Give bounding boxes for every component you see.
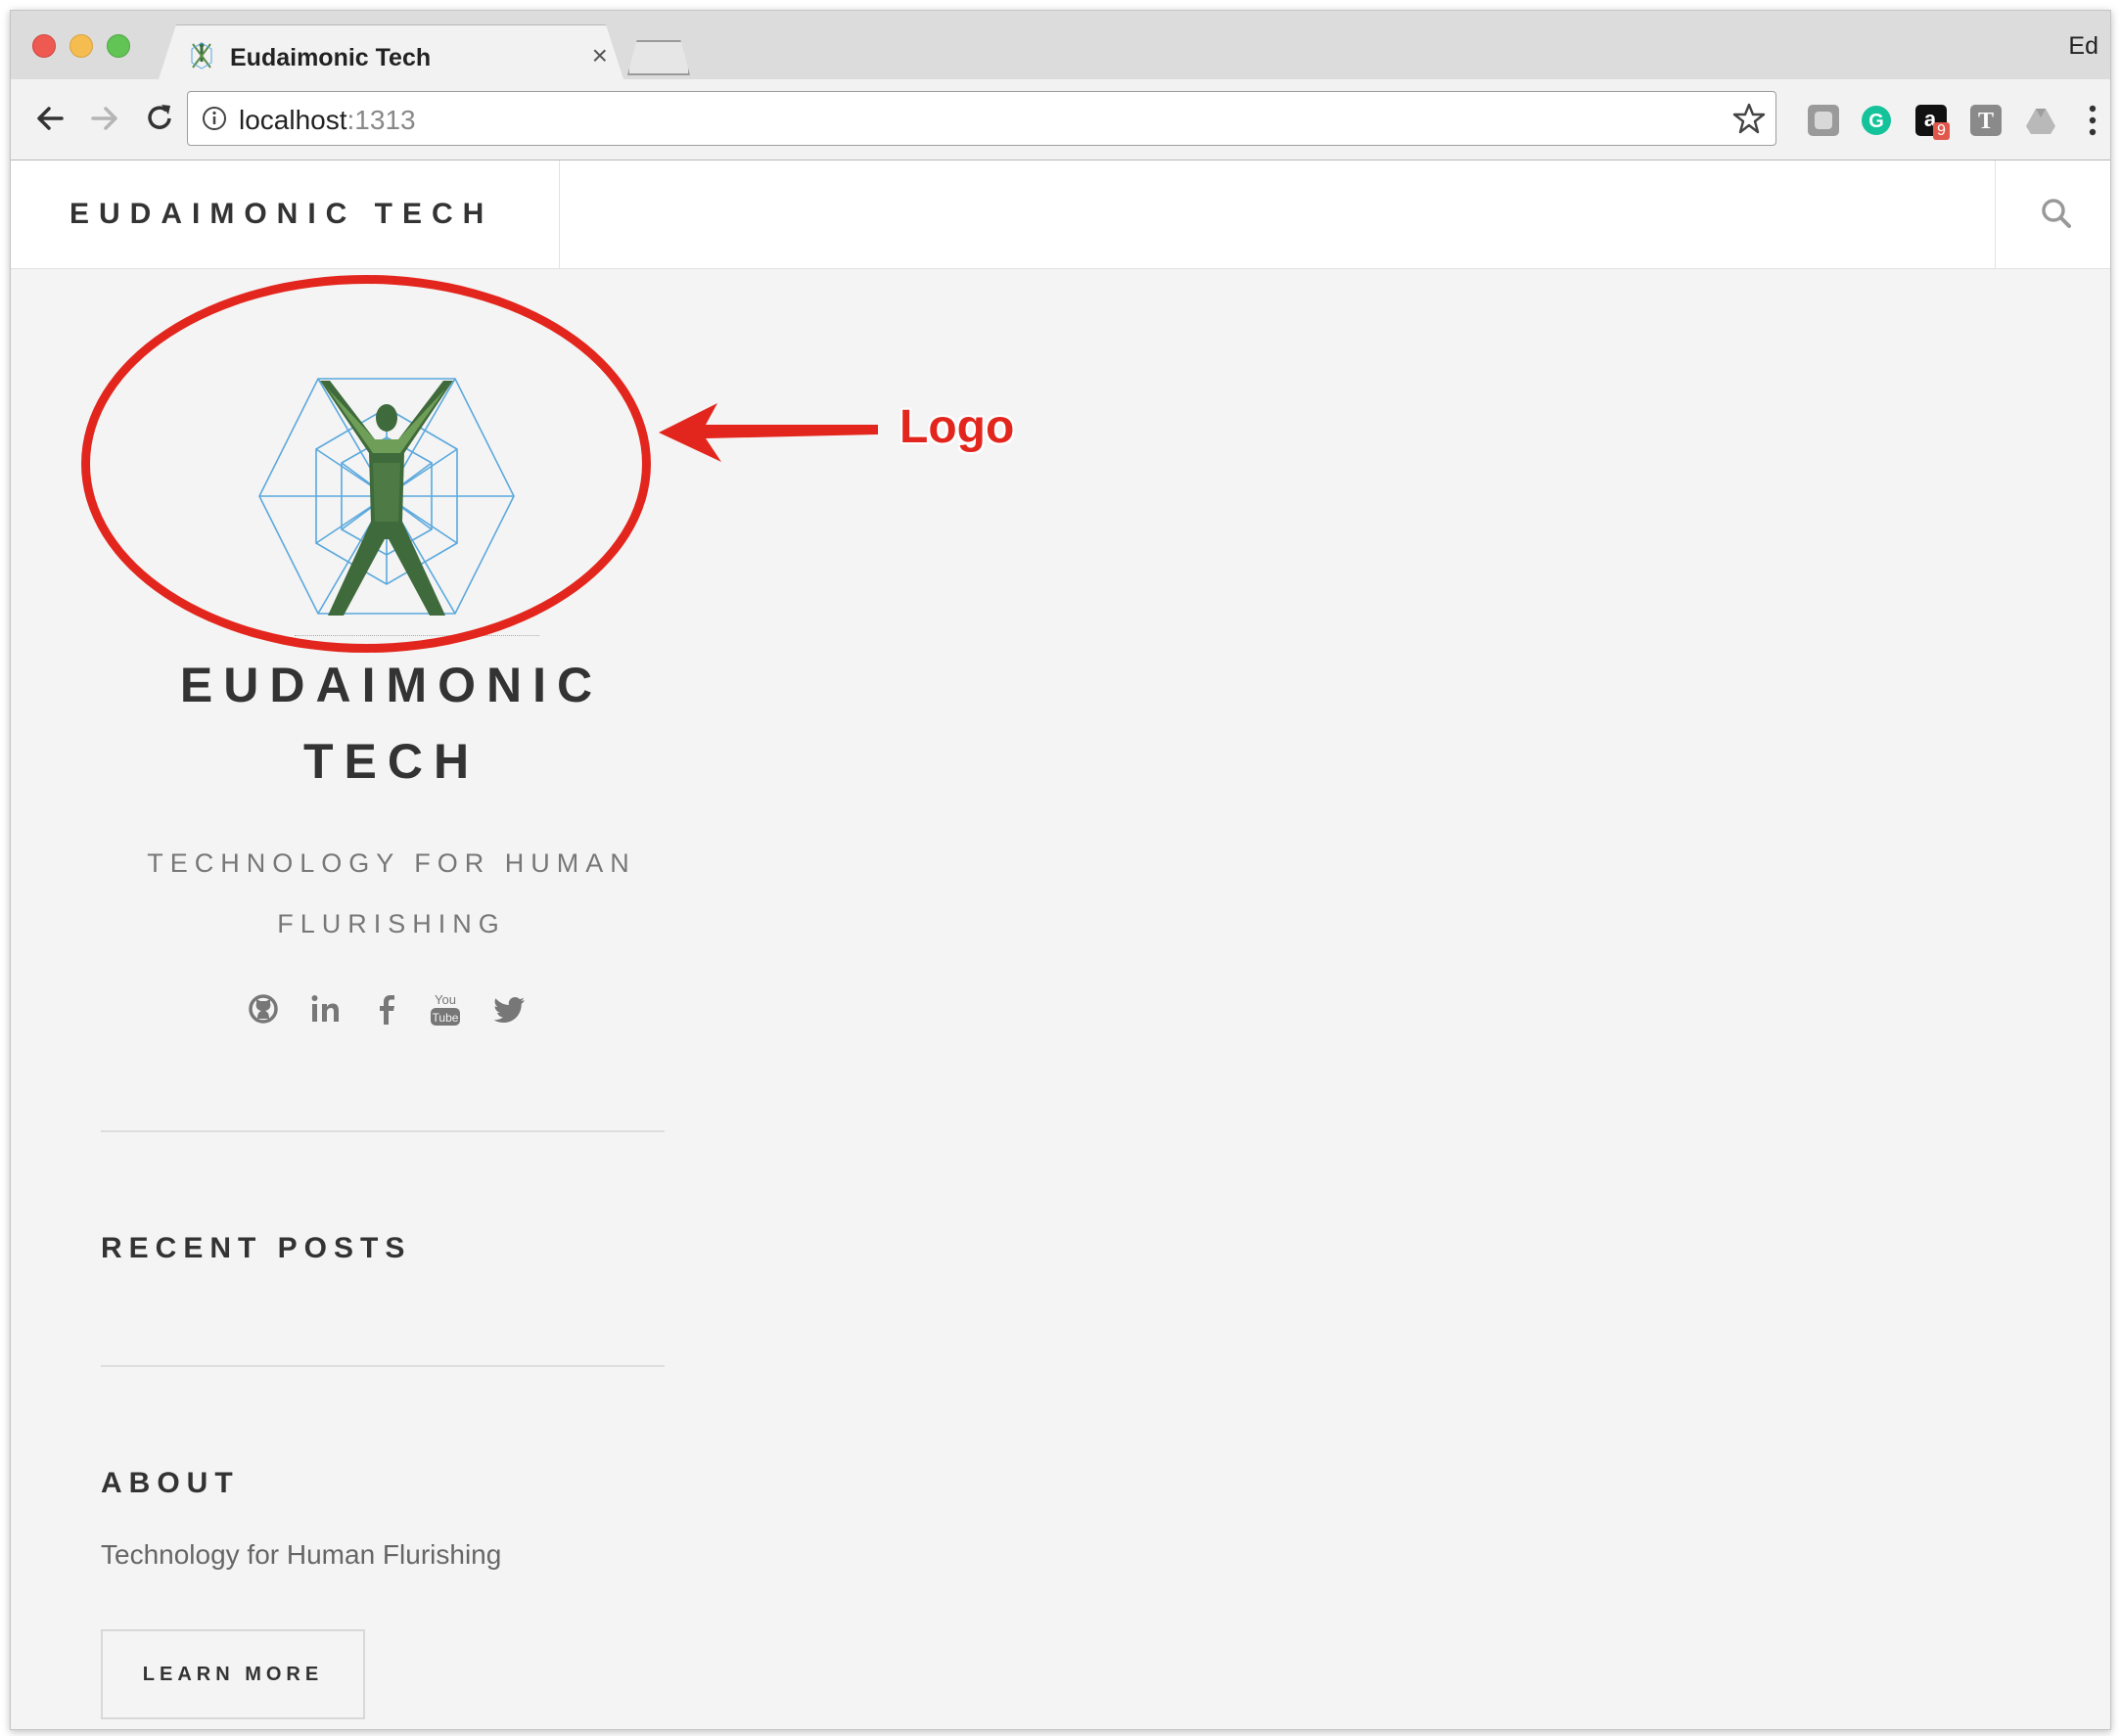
sidebar-divider bbox=[101, 1130, 665, 1132]
github-icon[interactable] bbox=[246, 989, 281, 1028]
google-drive-icon[interactable] bbox=[2025, 105, 2056, 136]
url-port: :1313 bbox=[346, 105, 416, 135]
minimize-window-button[interactable] bbox=[69, 34, 93, 58]
search-icon[interactable] bbox=[2039, 196, 2074, 231]
social-links: You Tube bbox=[246, 989, 539, 1032]
close-window-button[interactable] bbox=[32, 34, 56, 58]
annotation-arrow-icon bbox=[659, 403, 878, 462]
site-title[interactable]: EUDAIMONIC TECH bbox=[109, 647, 674, 799]
address-url[interactable]: localhost:1313 bbox=[239, 105, 416, 136]
extension-badge: 9 bbox=[1933, 122, 1950, 140]
annotation-ellipse bbox=[81, 275, 651, 653]
svg-text:T: T bbox=[1978, 109, 1994, 134]
site-header: EUDAIMONIC TECH bbox=[11, 160, 2110, 269]
address-bar[interactable]: localhost:1313 bbox=[187, 91, 1776, 146]
site-brand-link[interactable]: EUDAIMONIC TECH bbox=[69, 198, 493, 231]
profile-name[interactable]: Ed bbox=[2068, 32, 2098, 61]
maximize-window-button[interactable] bbox=[107, 34, 130, 58]
header-divider bbox=[559, 160, 560, 268]
header-divider bbox=[1995, 160, 1996, 268]
t-extension-icon[interactable]: T bbox=[1970, 105, 2002, 136]
browser-window: Eudaimonic Tech × Ed localhost:1313 G a … bbox=[10, 10, 2111, 1730]
reload-icon[interactable] bbox=[142, 101, 177, 136]
back-arrow-icon[interactable] bbox=[32, 101, 68, 136]
forward-arrow-icon[interactable] bbox=[87, 101, 122, 136]
about-text: Technology for Human Flurishing bbox=[101, 1539, 502, 1570]
url-host: localhost bbox=[239, 105, 347, 135]
more-menu-icon[interactable] bbox=[2089, 105, 2097, 136]
grammarly-icon[interactable]: G bbox=[1861, 105, 1892, 136]
svg-text:Tube: Tube bbox=[433, 1011, 459, 1025]
learn-more-button[interactable]: LEARN MORE bbox=[101, 1629, 365, 1719]
tab-strip: Eudaimonic Tech × Ed bbox=[11, 11, 2110, 82]
twitter-icon[interactable] bbox=[492, 989, 528, 1028]
gray-extension-icon[interactable] bbox=[1808, 105, 1839, 136]
sidebar-divider bbox=[101, 1365, 665, 1367]
site-tagline: TECHNOLOGY FOR HUMAN FLURISHING bbox=[147, 848, 636, 938]
browser-tab-content[interactable]: Eudaimonic Tech × bbox=[179, 24, 610, 79]
recent-posts-heading: RECENT POSTS bbox=[101, 1232, 412, 1264]
bookmark-star-icon[interactable] bbox=[1732, 102, 1766, 135]
facebook-icon[interactable] bbox=[369, 989, 404, 1028]
site-favicon-icon bbox=[191, 42, 212, 69]
browser-toolbar: localhost:1313 G a 9 T bbox=[11, 79, 2110, 160]
svg-text:You: You bbox=[435, 992, 456, 1007]
about-heading: ABOUT bbox=[101, 1467, 240, 1499]
linkedin-icon[interactable] bbox=[308, 989, 344, 1028]
new-tab-button[interactable] bbox=[627, 40, 690, 75]
youtube-icon[interactable]: You Tube bbox=[428, 989, 463, 1028]
tab-close-icon[interactable]: × bbox=[592, 40, 608, 71]
tab-title: Eudaimonic Tech bbox=[230, 44, 432, 71]
annotation-label: Logo bbox=[899, 401, 1015, 453]
svg-text:G: G bbox=[1868, 111, 1884, 132]
site-info-icon[interactable] bbox=[202, 106, 227, 131]
amazon-assistant-icon[interactable]: a 9 bbox=[1915, 105, 1950, 140]
